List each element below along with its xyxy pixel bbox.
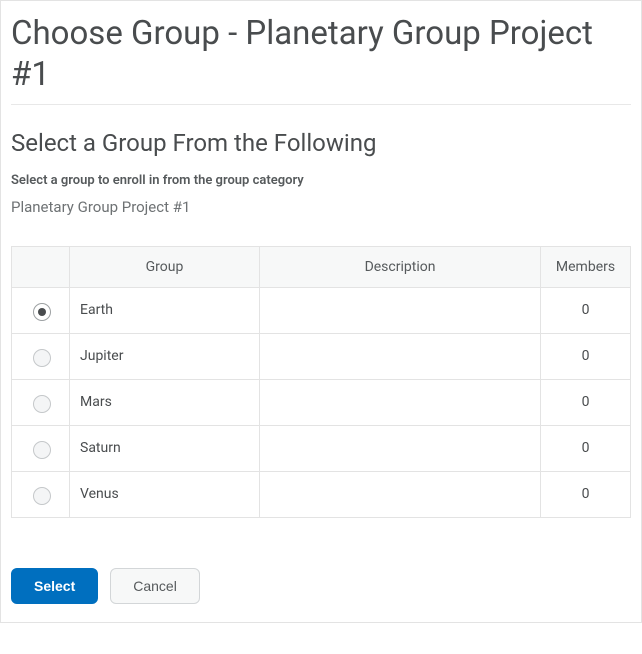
col-group: Group [70,246,260,287]
col-select [12,246,70,287]
group-radio[interactable] [33,441,51,459]
group-description-cell [260,333,541,379]
group-members-cell: 0 [541,287,631,333]
table-row: Jupiter 0 [12,333,631,379]
radio-cell [12,471,70,517]
group-name-cell: Venus [70,471,260,517]
category-name: Planetary Group Project #1 [11,198,631,216]
group-name-cell: Earth [70,287,260,333]
cancel-button[interactable]: Cancel [110,568,200,604]
select-button[interactable]: Select [11,568,98,604]
group-members-cell: 0 [541,333,631,379]
radio-cell [12,379,70,425]
col-description: Description [260,246,541,287]
table-row: Saturn 0 [12,425,631,471]
group-radio[interactable] [33,303,51,321]
radio-cell [12,287,70,333]
helper-text: Select a group to enroll in from the gro… [11,173,631,188]
group-description-cell [260,425,541,471]
page-title: Choose Group - Planetary Group Project #… [11,13,631,96]
group-radio[interactable] [33,487,51,505]
table-row: Mars 0 [12,379,631,425]
group-radio[interactable] [33,395,51,413]
group-description-cell [260,287,541,333]
radio-cell [12,333,70,379]
divider [11,104,631,105]
group-name-cell: Saturn [70,425,260,471]
col-members: Members [541,246,631,287]
group-description-cell [260,379,541,425]
group-name-cell: Mars [70,379,260,425]
group-table: Group Description Members Earth 0 Jupiter 0… [11,246,631,518]
group-description-cell [260,471,541,517]
group-members-cell: 0 [541,425,631,471]
table-header-row: Group Description Members [12,246,631,287]
group-members-cell: 0 [541,471,631,517]
group-members-cell: 0 [541,379,631,425]
action-bar: Select Cancel [11,568,631,604]
radio-cell [12,425,70,471]
table-row: Venus 0 [12,471,631,517]
section-title: Select a Group From the Following [11,129,631,157]
group-name-cell: Jupiter [70,333,260,379]
table-row: Earth 0 [12,287,631,333]
group-radio[interactable] [33,349,51,367]
